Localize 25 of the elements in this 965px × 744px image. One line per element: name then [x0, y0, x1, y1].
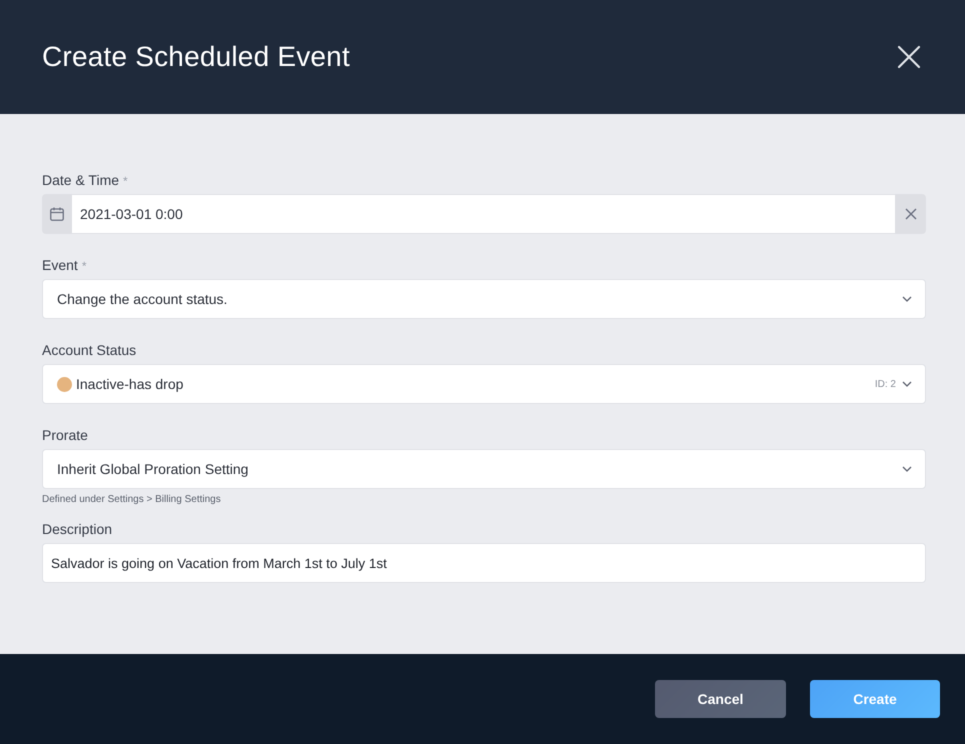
chevron-down-icon [902, 381, 912, 387]
close-button[interactable] [897, 45, 921, 69]
status-dropdown[interactable]: Inactive-has drop ID: 2 [42, 364, 926, 404]
field-label: Date & Time [42, 171, 120, 189]
dialog-title: Create Scheduled Event [42, 41, 350, 73]
required-mark: * [82, 258, 86, 275]
date-input[interactable]: 2021-03-01 0:00 [72, 194, 895, 234]
field-label: Description [42, 520, 112, 538]
field-label: Event [42, 256, 78, 274]
calendar-addon[interactable] [42, 194, 72, 234]
field-label: Prorate [42, 426, 88, 444]
field-label: Account Status [42, 341, 136, 359]
close-icon [897, 45, 921, 69]
chevron-down-icon [902, 296, 912, 302]
hint-text: Defined under Settings > Billing Settings [42, 494, 222, 506]
cancel-button[interactable]: Cancel [655, 680, 786, 718]
text-input[interactable]: Salvador is going on Vacation from March 1st to July 1st [42, 543, 926, 583]
id-label: ID: 2 [874, 378, 896, 390]
required-mark: * [123, 173, 128, 190]
close-icon [904, 208, 916, 220]
calendar-icon [50, 207, 64, 221]
dropdown[interactable]: Inherit Global Proration Setting [42, 449, 926, 489]
clear-button[interactable] [895, 194, 926, 234]
dropdown[interactable]: Change the account status. [42, 279, 926, 319]
chevron-down-icon [902, 466, 912, 472]
